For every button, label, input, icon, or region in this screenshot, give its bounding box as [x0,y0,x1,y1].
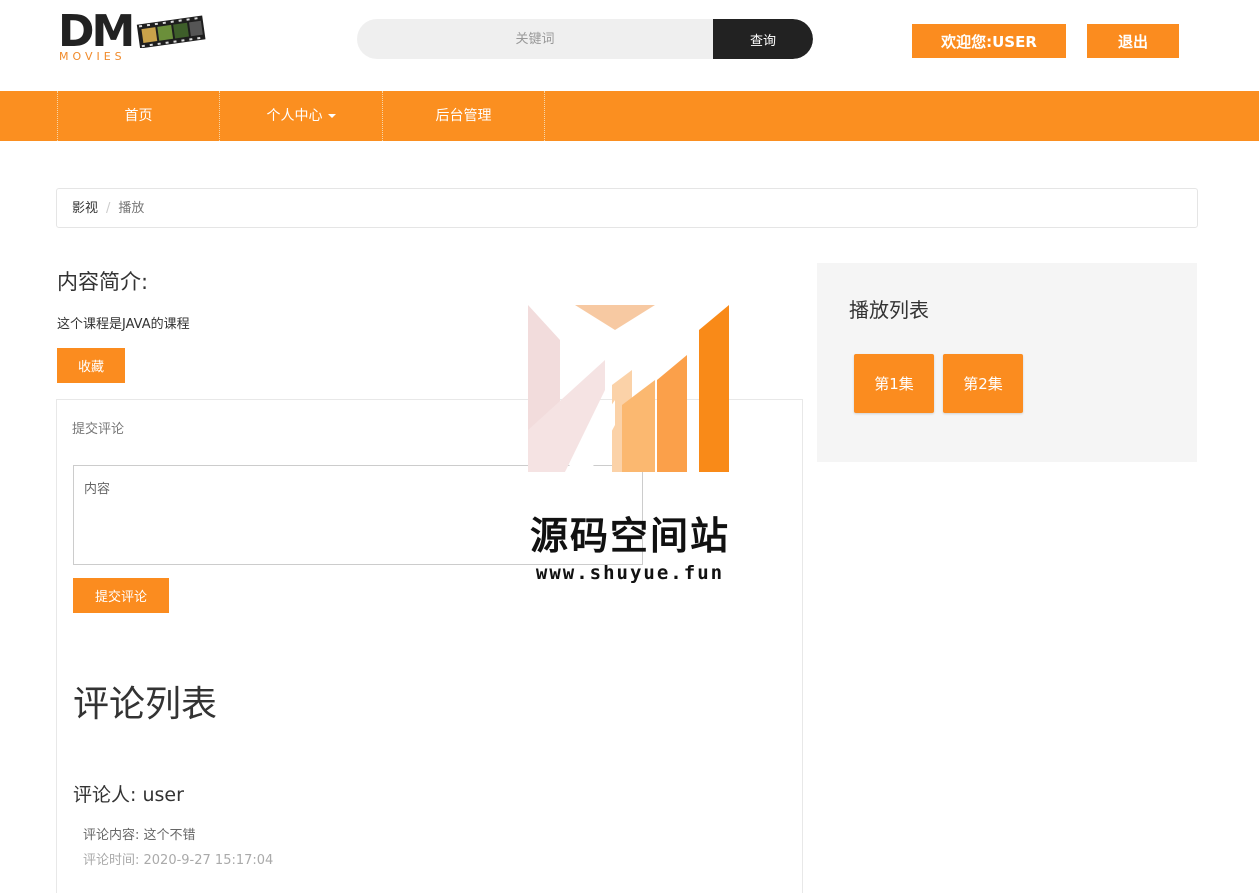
breadcrumb-separator: / [106,201,111,216]
nav-item-label: 首页 [124,108,153,124]
comment-time: 评论时间: 2020-9-27 15:17:04 [83,853,274,868]
welcome-user-button[interactable]: 欢迎您:USER [912,24,1066,58]
collect-button[interactable]: 收藏 [57,348,125,383]
breadcrumb-home-link[interactable]: 影视 [72,201,98,216]
header: DM MOVIES 关键词 查询 欢迎您:USER 退出 [0,0,1259,91]
nav-item-home[interactable]: 首页 [57,91,219,141]
nav-item-label: 个人中心 [266,108,323,124]
episode-1-button[interactable]: 第1集 [854,354,934,413]
breadcrumb: 影视 / 播放 [56,188,1198,228]
search-bar: 查询 [357,19,813,59]
logout-button[interactable]: 退出 [1087,24,1179,58]
episode-2-button[interactable]: 第2集 [943,354,1023,413]
playlist-title: 播放列表 [849,298,929,322]
comment-panel: 提交评论 提交评论 评论列表 评论人: user 评论内容: 这个不错 评论时间… [56,399,803,893]
logo-text: DM [58,6,135,57]
playlist-panel: 播放列表 第1集 第2集 [817,263,1197,462]
comment-content-input[interactable] [73,465,643,565]
site-logo[interactable]: DM MOVIES [58,8,208,64]
comment-content: 评论内容: 这个不错 [83,828,196,843]
comment-form-heading: 提交评论 [72,422,125,437]
nav-item-label: 后台管理 [435,108,492,124]
intro-description: 这个课程是JAVA的课程 [57,317,190,332]
intro-title: 内容简介: [57,270,149,294]
comment-author: 评论人: user [73,784,184,806]
search-button[interactable]: 查询 [713,19,813,59]
main-nav: 首页 个人中心 后台管理 [0,91,1259,141]
caret-down-icon [327,114,336,118]
logo-subtitle: MOVIES [59,50,126,63]
film-reel-icon [136,15,206,48]
search-input[interactable] [357,19,713,59]
submit-comment-button[interactable]: 提交评论 [73,578,169,613]
breadcrumb-current: 播放 [118,201,145,216]
nav-item-personal-center[interactable]: 个人中心 [219,91,382,141]
nav-item-admin[interactable]: 后台管理 [382,91,545,141]
comment-list-title: 评论列表 [73,684,218,725]
